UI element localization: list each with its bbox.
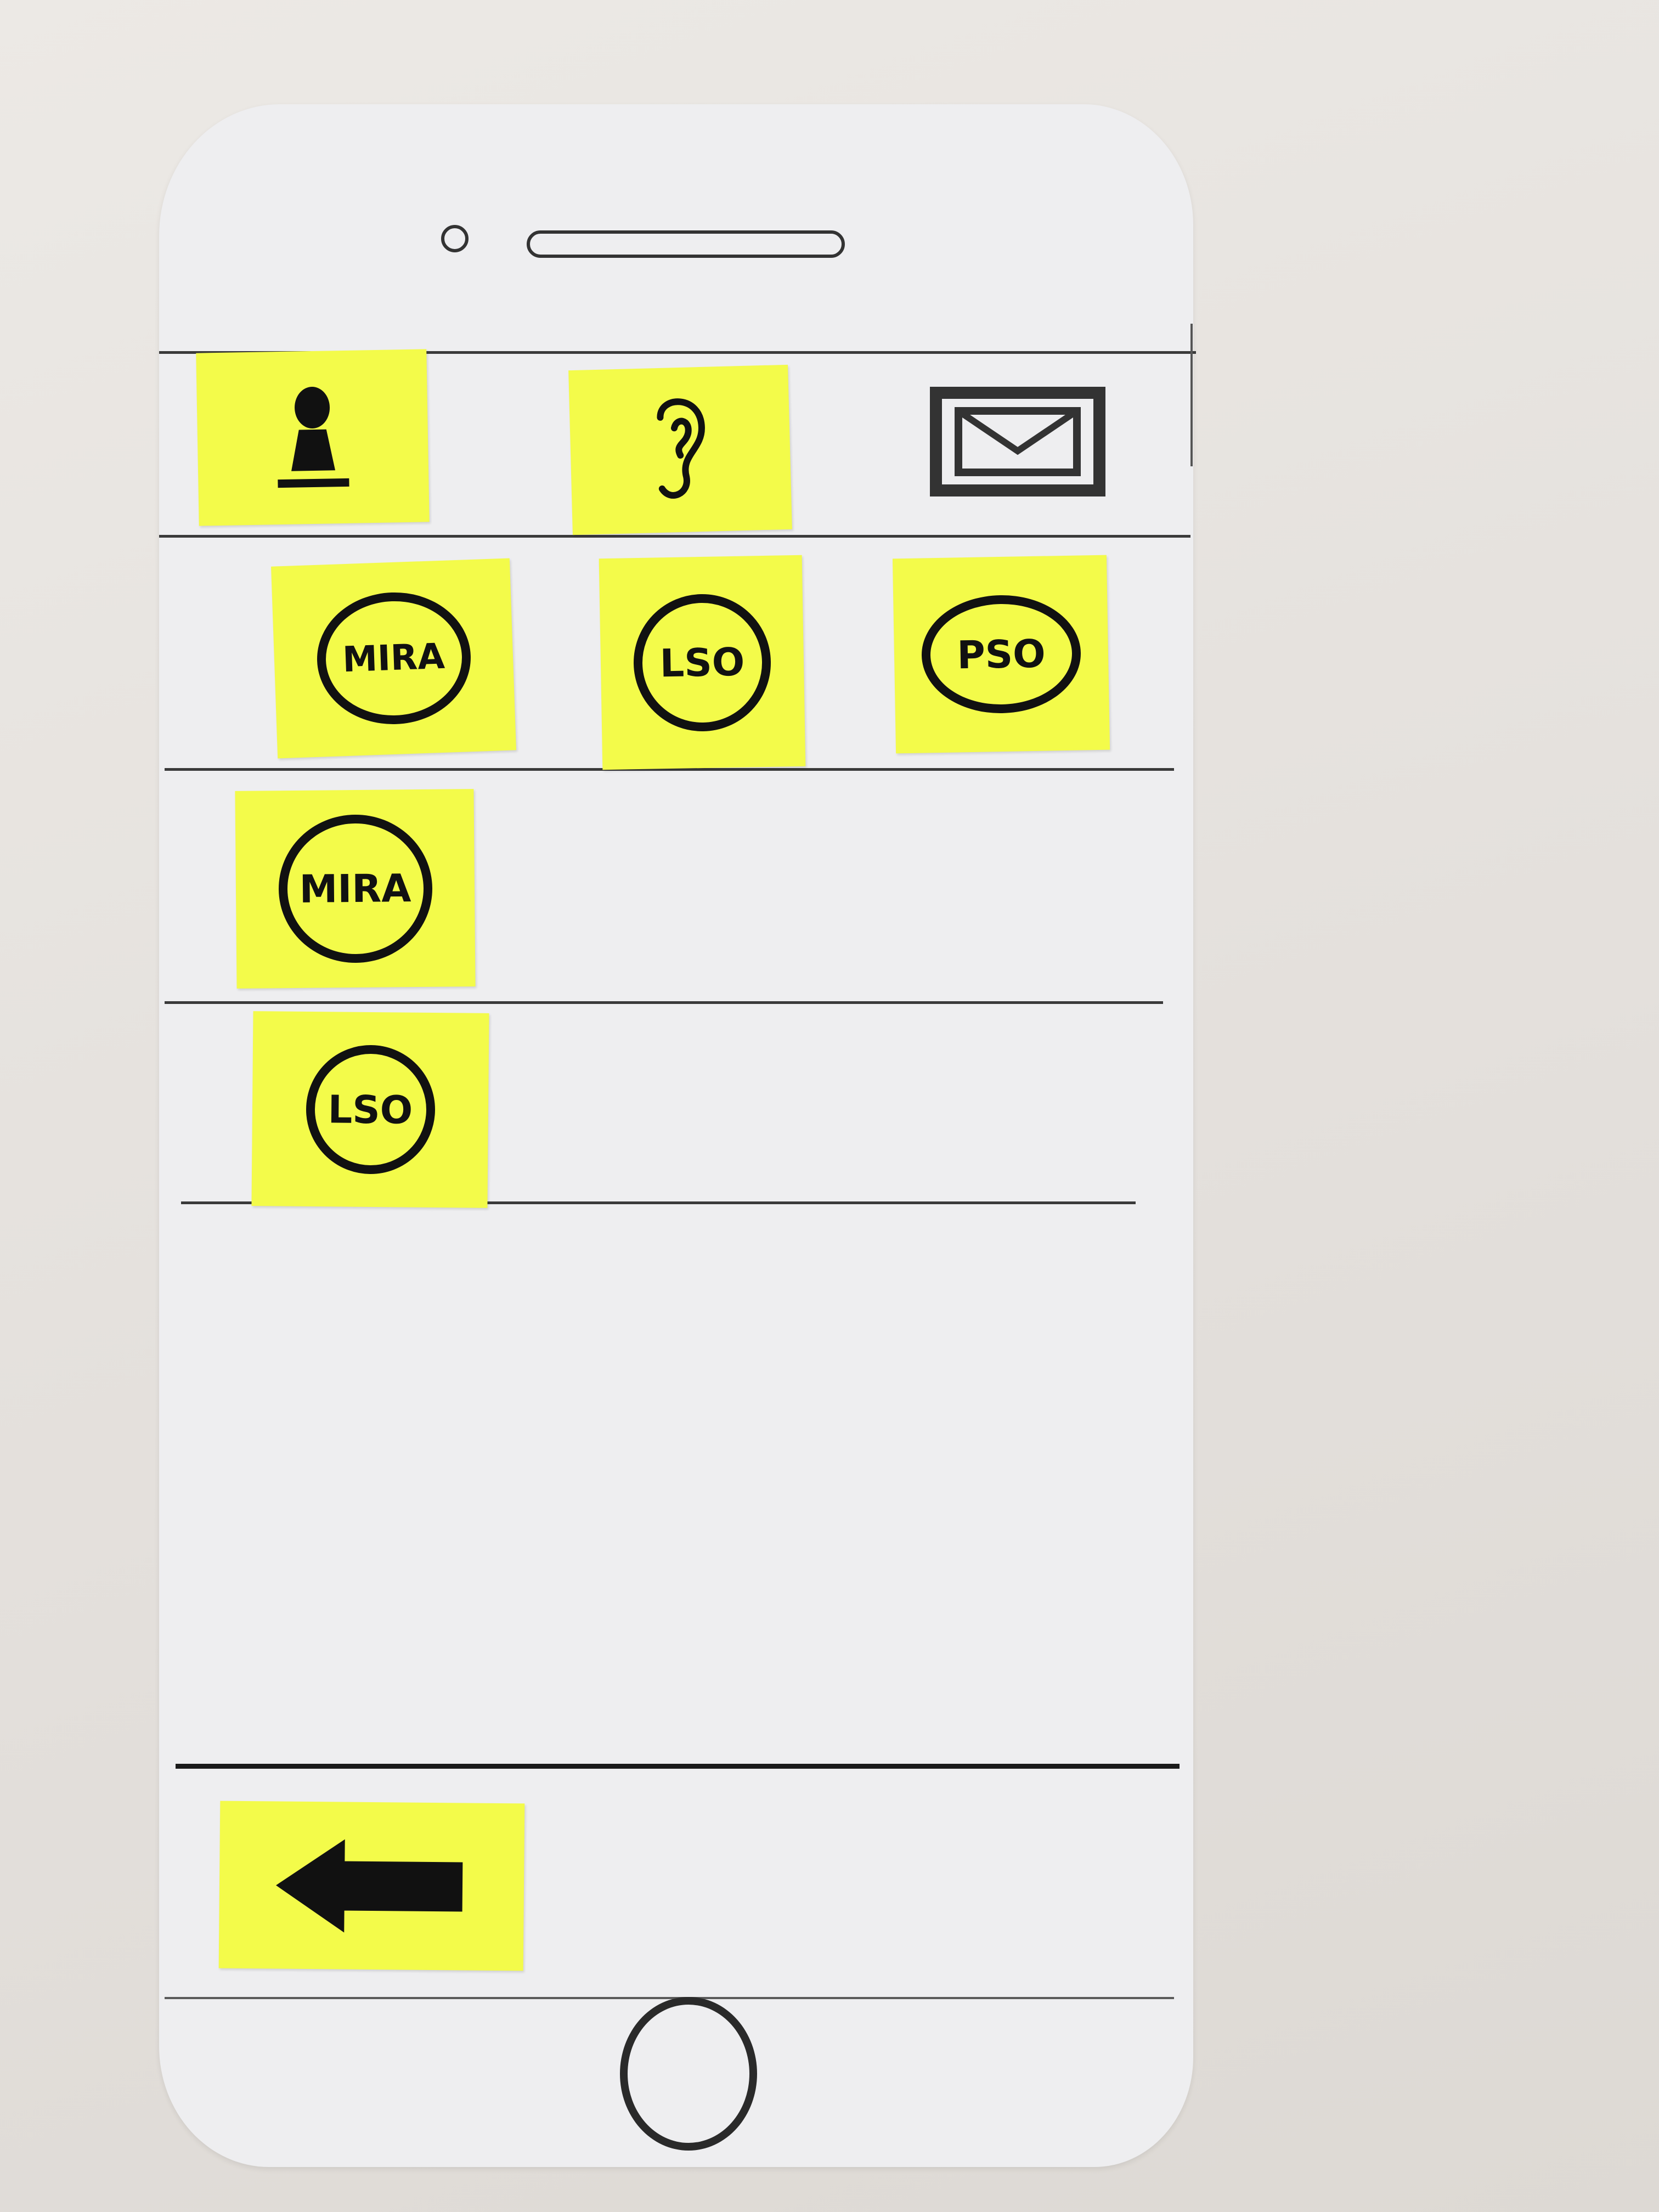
mira-list-badge: MIRA [278, 814, 433, 964]
top-item-mira[interactable]: MIRA [271, 558, 516, 759]
home-button[interactable] [620, 1997, 757, 2151]
front-camera [441, 225, 469, 252]
pso-label: PSO [956, 631, 1046, 678]
desk-surface: MIRA LSO PSO MIRA LSO [0, 0, 1659, 2212]
person-icon [278, 386, 349, 488]
bottom-bar-divider [176, 1764, 1180, 1769]
list-item-lso[interactable]: LSO [251, 1011, 489, 1208]
home-area-divider [165, 1997, 1174, 1999]
lso-list-badge: LSO [305, 1044, 436, 1175]
back-button[interactable] [218, 1801, 525, 1971]
back-arrow-icon [275, 1839, 462, 1933]
row-divider-2 [165, 1001, 1163, 1004]
mira-list-label: MIRA [299, 866, 411, 912]
ear-icon [657, 398, 705, 499]
side-mark [1190, 324, 1193, 466]
tab-ear[interactable] [568, 364, 792, 535]
mira-label: MIRA [342, 636, 445, 681]
header-divider-bottom [159, 535, 1190, 538]
lso-badge: LSO [632, 592, 772, 732]
earpiece-speaker [527, 230, 845, 258]
lso-list-label: LSO [328, 1086, 413, 1133]
tab-profile[interactable] [196, 349, 430, 526]
top-item-pso[interactable]: PSO [892, 555, 1110, 754]
top-item-lso[interactable]: LSO [599, 555, 806, 770]
pso-badge: PSO [921, 594, 1082, 715]
list-item-mira[interactable]: MIRA [235, 789, 476, 989]
tab-mail[interactable] [930, 387, 1105, 496]
mira-badge: MIRA [314, 590, 473, 727]
mail-icon [955, 407, 1081, 476]
lso-label: LSO [659, 639, 745, 686]
